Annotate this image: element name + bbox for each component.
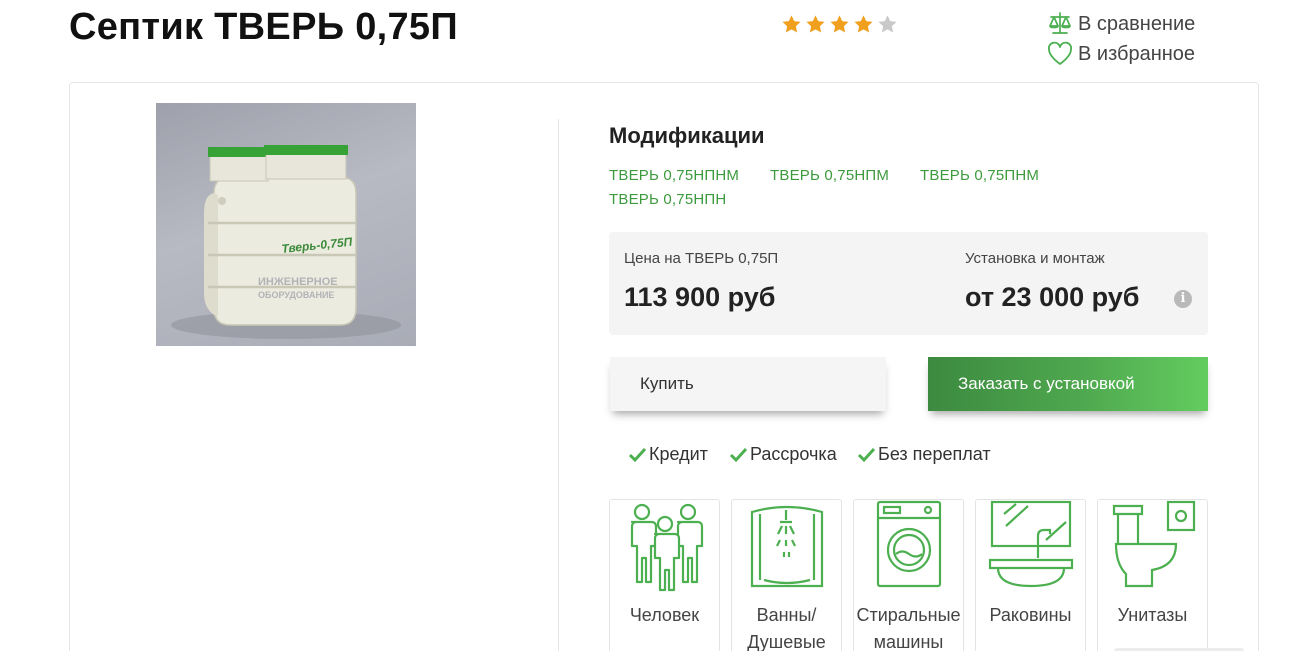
column-divider xyxy=(558,119,559,651)
checkmark-icon xyxy=(729,447,748,462)
order-with-install-button[interactable]: Заказать с установкой xyxy=(928,357,1208,411)
star-icon[interactable] xyxy=(829,14,850,35)
compare-button[interactable]: В сравнение xyxy=(1046,9,1195,39)
compare-label: В сравнение xyxy=(1078,12,1196,35)
tile-label: Стиральные машины xyxy=(856,605,961,651)
scales-icon xyxy=(1049,12,1071,34)
perk-item: Без переплат xyxy=(857,444,991,465)
price-label: Цена на ТВЕРЬ 0,75П xyxy=(624,250,779,267)
tile-label: Раковины xyxy=(989,605,1072,625)
modification-link[interactable]: ТВЕРЬ 0,75НПН xyxy=(609,191,726,208)
install-label: Установка и монтаж xyxy=(965,250,1105,267)
buy-button[interactable]: Купить xyxy=(610,357,886,411)
watermark-line2: ОБОРУДОВАНИЕ xyxy=(258,290,334,300)
usage-tile-toilet[interactable]: Унитазы xyxy=(1097,499,1208,651)
modifications-title: Модификации xyxy=(609,123,765,148)
rating-stars[interactable] xyxy=(781,14,898,35)
star-empty-icon[interactable] xyxy=(877,14,898,35)
tile-label: Ванны/ Душевые xyxy=(747,605,826,651)
page-title: Септик ТВЕРЬ 0,75П xyxy=(69,6,458,48)
people-icon xyxy=(630,503,704,592)
star-icon[interactable] xyxy=(781,14,802,35)
heart-icon xyxy=(1048,41,1072,65)
favorite-button[interactable]: В избранное xyxy=(1046,39,1195,69)
favorite-label: В избранное xyxy=(1078,42,1196,65)
product-image[interactable]: Тверь-0,75П ИНЖЕНЕРНОЕ ОБОРУДОВАНИЕ xyxy=(156,103,416,346)
perk-label: Кредит xyxy=(649,444,708,464)
tile-label: Человек xyxy=(629,605,700,625)
septic-tank-illustration: Тверь-0,75П ИНЖЕНЕРНОЕ ОБОРУДОВАНИЕ xyxy=(171,145,401,339)
perk-label: Без переплат xyxy=(878,444,991,464)
toilet-icon xyxy=(1112,500,1196,588)
sink-icon xyxy=(988,500,1074,588)
usage-tile-people[interactable]: Человек xyxy=(609,499,720,651)
star-icon[interactable] xyxy=(805,14,826,35)
checkmark-icon xyxy=(857,447,876,462)
usage-tile-washing-machine[interactable]: Стиральные машины xyxy=(853,499,964,651)
shower-icon xyxy=(750,505,824,588)
modification-link[interactable]: ТВЕРЬ 0,75НПНМ xyxy=(609,167,739,184)
watermark-line1: ИНЖЕНЕРНОЕ xyxy=(258,276,338,288)
perk-label: Рассрочка xyxy=(750,444,837,464)
install-price-value: от 23 000 руб xyxy=(965,282,1140,312)
usage-tile-shower[interactable]: Ванны/ Душевые xyxy=(731,499,842,651)
modification-link[interactable]: ТВЕРЬ 0,75НПМ xyxy=(770,167,889,184)
washing-machine-icon xyxy=(876,500,942,588)
star-icon[interactable] xyxy=(853,14,874,35)
info-icon[interactable]: i xyxy=(1174,290,1192,308)
perk-item: Кредит xyxy=(628,444,708,465)
modification-link[interactable]: ТВЕРЬ 0,75ПНМ xyxy=(920,167,1039,184)
checkmark-icon xyxy=(628,447,647,462)
tile-label: Унитазы xyxy=(1117,605,1188,625)
price-value: 113 900 руб xyxy=(624,282,776,312)
perk-item: Рассрочка xyxy=(729,444,837,465)
product-actions: В сравнение В избранное xyxy=(1046,9,1195,69)
usage-tile-sink[interactable]: Раковины xyxy=(975,499,1086,651)
